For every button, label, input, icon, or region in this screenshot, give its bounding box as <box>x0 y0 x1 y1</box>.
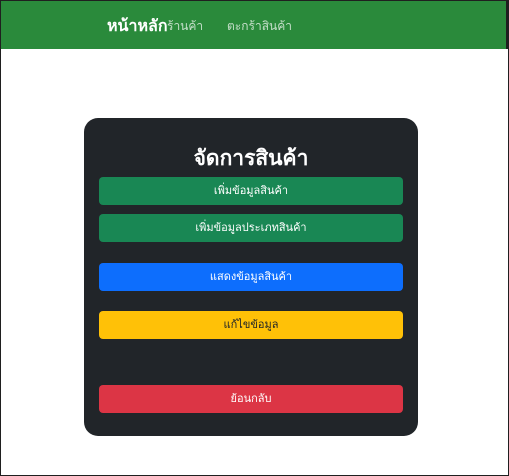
show-products-button[interactable]: แสดงข้อมูลสินค้า <box>99 263 403 291</box>
nav-shop-link[interactable]: ร้านค้า <box>167 17 203 36</box>
nav-cart-link[interactable]: ตะกร้าสินค้า <box>227 17 292 36</box>
add-product-type-button[interactable]: เพิ่มข้อมูลประเภทสินค้า <box>99 214 403 242</box>
edit-data-button[interactable]: แก้ไขข้อมูล <box>99 311 403 339</box>
add-product-button[interactable]: เพิ่มข้อมูลสินค้า <box>99 177 403 205</box>
page-frame: หน้าหลัก ร้านค้า ตะกร้าสินค้า จัดการสินค… <box>0 0 509 476</box>
top-navbar: หน้าหลัก ร้านค้า ตะกร้าสินค้า <box>1 1 508 49</box>
back-button[interactable]: ย้อนกลับ <box>99 385 403 413</box>
card-title: จัดการสินค้า <box>193 146 309 170</box>
product-management-card: จัดการสินค้า เพิ่มข้อมูลสินค้า เพิ่มข้อม… <box>84 118 418 436</box>
nav-home-link[interactable]: หน้าหลัก <box>107 14 168 39</box>
